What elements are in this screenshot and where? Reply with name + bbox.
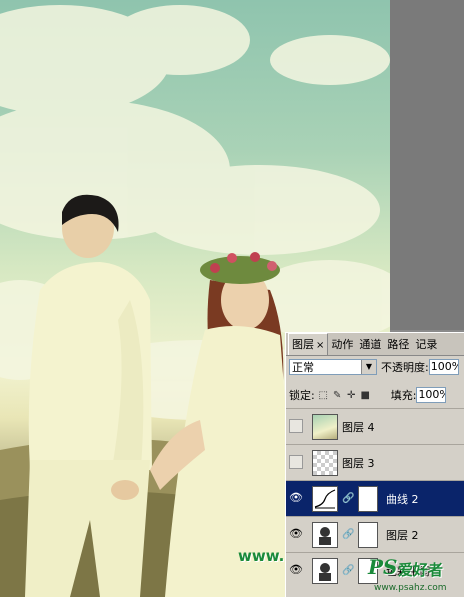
close-icon[interactable]: ×	[316, 340, 324, 351]
layer-thumbnail	[312, 414, 338, 440]
lock-position-icon[interactable]: ✛	[346, 390, 357, 401]
layer-row[interactable]: 图层 3	[286, 444, 464, 480]
layer-mask[interactable]	[358, 522, 378, 548]
lock-all-icon[interactable]: ■	[360, 390, 371, 401]
layer-row-selected[interactable]: 👁 🔗 曲线 2	[286, 480, 464, 516]
tab-layers[interactable]: 图层 ×	[288, 333, 329, 355]
eye-icon[interactable]: 👁	[289, 563, 303, 577]
opacity-label: 不透明度:	[381, 361, 429, 374]
canvas-gutter	[390, 0, 464, 330]
layer-row[interactable]: 图层 4	[286, 408, 464, 444]
balance-icon	[312, 558, 338, 584]
tab-channels[interactable]: 通道	[356, 334, 384, 355]
curves-icon	[312, 486, 338, 512]
layer-thumbnail	[312, 450, 338, 476]
link-icon[interactable]: 🔗	[342, 529, 354, 540]
visibility-toggle[interactable]	[289, 455, 303, 469]
lock-pixels-icon[interactable]: ✎	[332, 390, 343, 401]
layer-mask[interactable]	[358, 486, 378, 512]
panel-tabs: 图层 × 动作 通道 路径 记录	[286, 333, 464, 356]
tab-history[interactable]: 记录	[412, 334, 440, 355]
fill-label: 填充:	[390, 389, 417, 402]
lock-label: 锁定:	[289, 389, 315, 402]
eye-icon[interactable]: 👁	[289, 527, 303, 541]
ps-logo: PS	[368, 555, 398, 579]
layer-name: 图层 3	[342, 457, 375, 470]
layer-name: 图层 4	[342, 421, 375, 434]
layer-row[interactable]: 👁 🔗 图层 2	[286, 516, 464, 552]
logo-cn: 爱好者	[398, 561, 444, 579]
tab-paths[interactable]: 路径	[384, 334, 412, 355]
chevron-down-icon[interactable]: ▼	[361, 360, 376, 374]
visibility-toggle[interactable]	[289, 419, 303, 433]
opacity-input[interactable]: 100%	[428, 359, 459, 375]
lock-transparency-icon[interactable]: ⬚	[318, 390, 329, 401]
site-url: www.psahz.com	[374, 583, 447, 593]
layer-thumbnail	[312, 522, 338, 548]
layer-name: 图层 2	[386, 529, 419, 542]
link-icon[interactable]: 🔗	[342, 493, 354, 504]
watermark-logo: PS 爱好者 www.psahz.com	[368, 555, 464, 597]
eye-icon[interactable]: 👁	[289, 491, 303, 505]
link-icon[interactable]: 🔗	[342, 565, 354, 576]
blend-mode-value: 正常	[292, 361, 314, 374]
blend-mode-select[interactable]: 正常 ▼	[289, 359, 377, 375]
layer-name: 曲线 2	[386, 493, 419, 506]
tab-actions[interactable]: 动作	[328, 334, 356, 355]
fill-input[interactable]: 100%	[416, 387, 447, 403]
